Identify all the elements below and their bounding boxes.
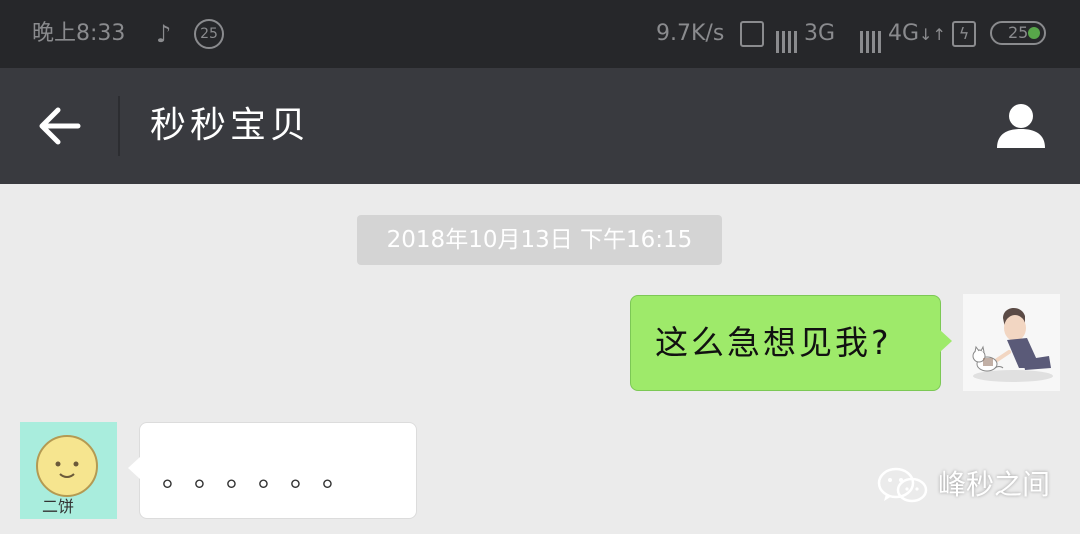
bubble-tail [940,330,952,352]
sim2-signal: 4G↓↑ [860,19,946,53]
incoming-message-text: 。。。。。。 [162,460,369,493]
header-divider [118,96,120,156]
wechat-icon [877,467,928,503]
watermark-text: 峰秒之间 [938,468,1051,501]
signal-bars-icon [860,23,884,53]
bubble-tail [128,457,140,479]
chat-header: 秒秒宝贝 [0,68,1080,184]
music-note-icon: ♪ [156,20,172,48]
chat-title: 秒秒宝贝 [150,105,311,146]
boy-with-cat-avatar-icon [963,294,1060,391]
account-watermark: 峰秒之间 [876,462,1050,508]
sim1-network-type: 3G [804,21,836,46]
incoming-message-bubble[interactable]: 。。。。。。 [128,422,417,519]
status-time: 晚上8:33 [32,21,126,46]
data-transfer-arrows: ↓↑ [919,25,946,44]
network-speed: 9.7K/s [656,21,725,46]
contact-avatar[interactable]: 二饼 [20,422,117,519]
avatar-caption: 二饼 [42,497,74,516]
chat-timestamp: 2018年10月13日 下午16:15 [357,215,722,265]
sim1-signal: 3G [776,19,836,53]
screenshot-icon [740,21,764,47]
back-button[interactable] [34,104,86,148]
notification-count-badge: 25 [194,19,224,49]
status-bar: 晚上8:33 ♪ 25 9.7K/s 3G 4G↓↑ ϟ 25 [0,0,1080,68]
charging-icon: ϟ [952,21,976,47]
profile-button[interactable] [994,98,1048,152]
back-arrow-icon [39,107,81,145]
battery-icon: 25 [990,21,1046,45]
sim2-network-type: 4G [888,21,920,46]
outgoing-message-bubble[interactable]: 这么急想见我? [630,295,952,391]
battery-level: 25 [1008,23,1029,42]
my-avatar[interactable] [963,294,1060,391]
smiley-face-avatar-icon: 二饼 [20,422,117,519]
outgoing-message-text: 这么急想见我? [655,323,892,362]
person-icon [997,104,1045,148]
signal-bars-icon [776,23,800,53]
